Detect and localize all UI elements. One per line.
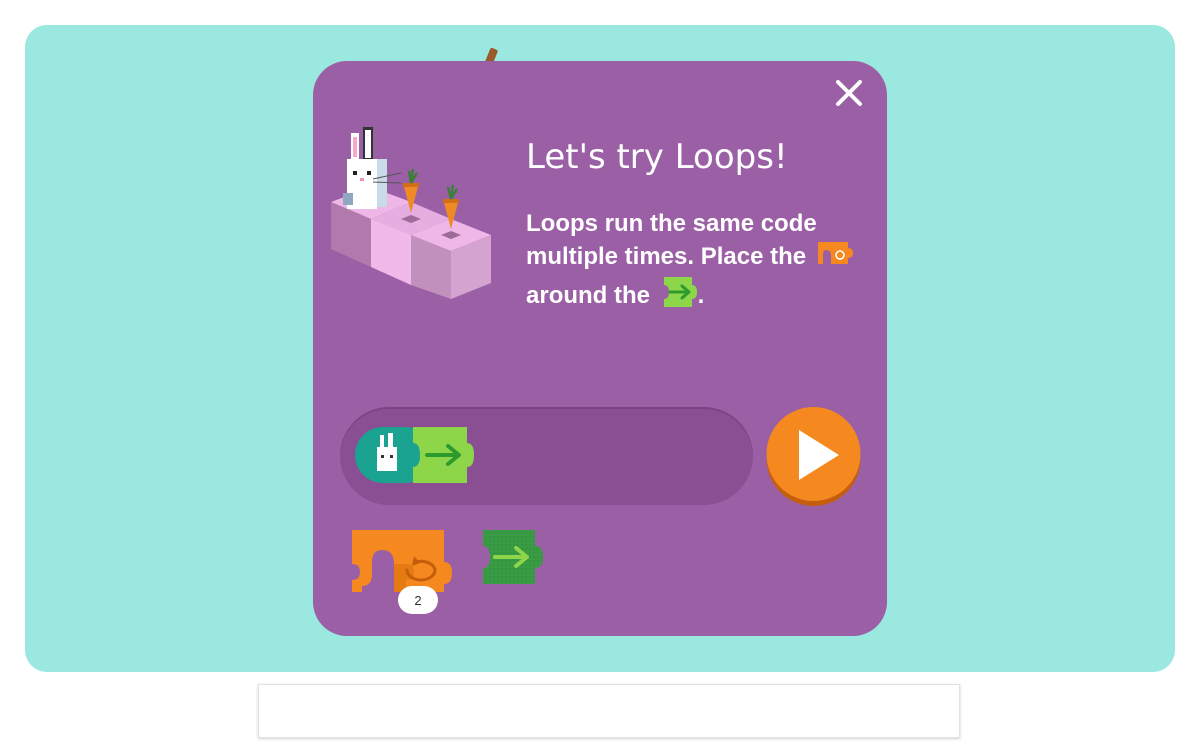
program-blocks: [355, 427, 474, 483]
arrow-right-icon: [663, 277, 697, 308]
modal-title: Let's try Loops!: [526, 137, 788, 177]
bunny-carrots-illustration: [331, 127, 491, 299]
play-button[interactable]: [765, 406, 862, 508]
repeat-icon: [817, 242, 853, 265]
instruction-text-part2: around the: [526, 282, 650, 309]
instruction-text: Loops run the same code multiple times. …: [526, 207, 871, 318]
close-icon: [836, 80, 862, 106]
palette-move-block[interactable]: [481, 528, 545, 586]
loop-count-badge[interactable]: 2: [398, 586, 438, 614]
tutorial-modal: Let's try Loops! Loops run the same code…: [313, 61, 887, 636]
bottom-panel: [258, 684, 960, 738]
loop-block-inline-icon: [817, 240, 854, 275]
program-move-block[interactable]: [413, 427, 474, 483]
instruction-text-part1: Loops run the same code multiple times. …: [526, 210, 817, 270]
program-track[interactable]: [340, 407, 753, 505]
move-block-inline-icon: [662, 275, 698, 318]
instruction-text-end: .: [697, 282, 705, 309]
close-button[interactable]: [831, 75, 867, 111]
